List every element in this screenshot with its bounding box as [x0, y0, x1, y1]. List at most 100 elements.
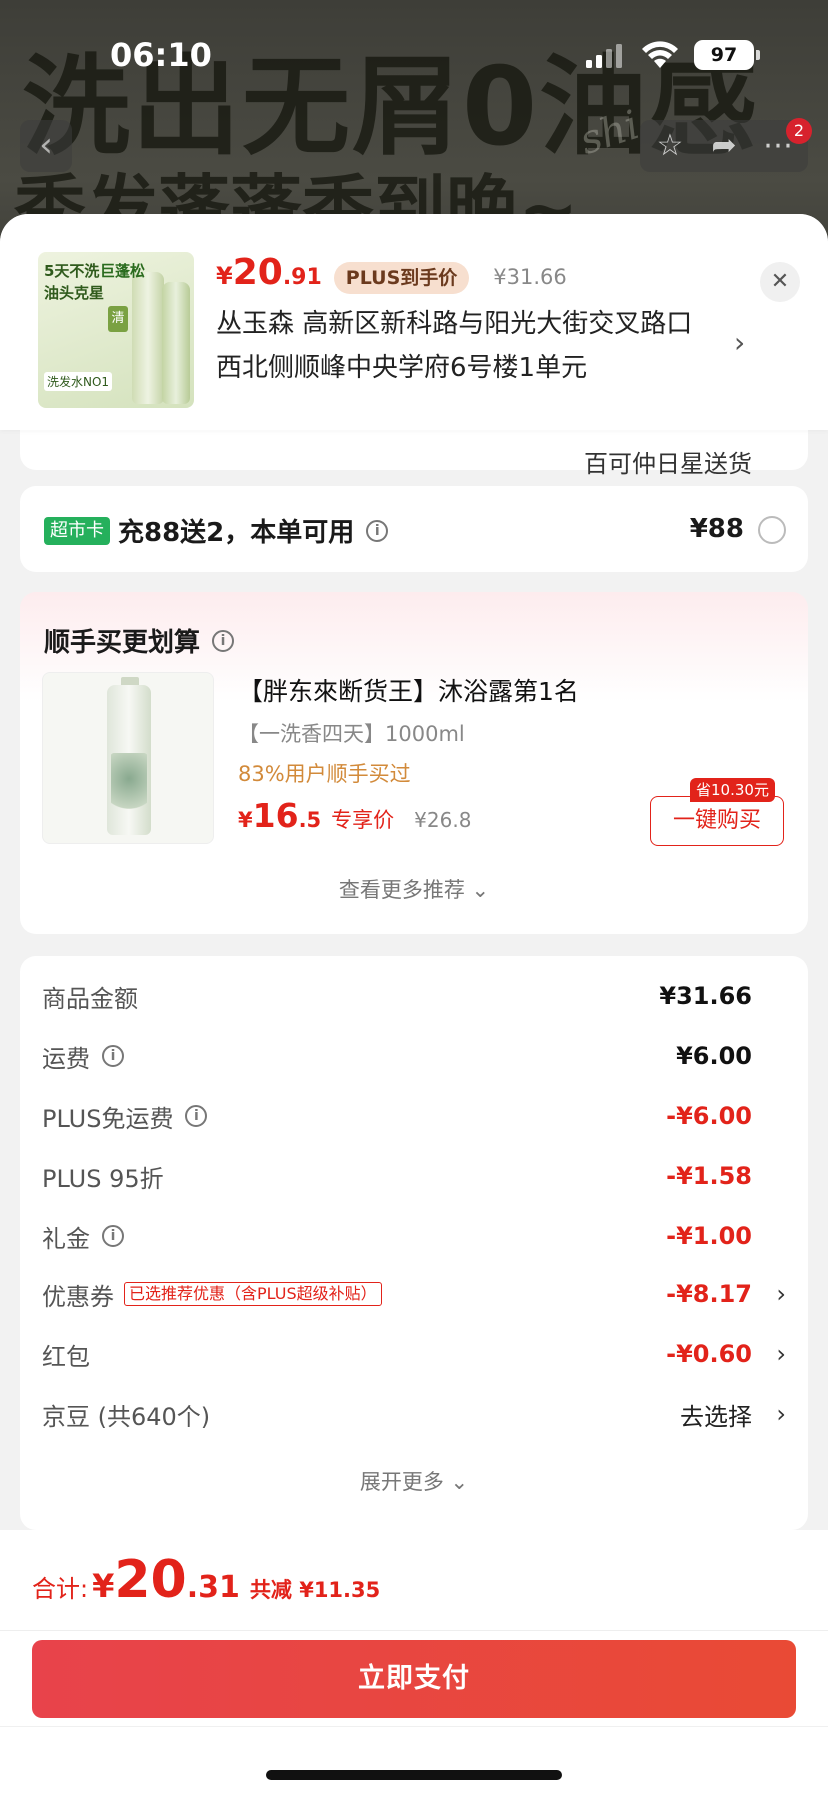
- summary-label: 京豆 (共640个): [42, 1402, 211, 1431]
- price-symbol: ¥: [216, 262, 233, 290]
- summary-value: -¥8.17: [666, 1280, 752, 1308]
- original-price: ¥26.8: [414, 808, 472, 832]
- recommend-price: ¥ 16 .5 专享价 ¥26.8: [238, 796, 471, 835]
- close-button[interactable]: ✕: [760, 262, 800, 302]
- chevron-right-icon: ›: [776, 1340, 786, 1368]
- supermarket-line: 超市卡 充88送2，本单可用 i: [44, 512, 389, 549]
- expand-more-link[interactable]: 展开更多 ⌄: [20, 1466, 808, 1496]
- top-action-bar: ☆ ➦ ⋯: [640, 120, 808, 172]
- summary-label: 礼金: [42, 1224, 90, 1253]
- summary-row-coupon[interactable]: 优惠券 已选推荐优惠（含PLUS超级补贴） -¥8.17 ›: [42, 1274, 786, 1314]
- supermarket-card-row[interactable]: 超市卡 充88送2，本单可用 i ¥88: [20, 486, 808, 572]
- summary-label: 优惠券: [42, 1282, 114, 1311]
- thumb-text: 清: [108, 306, 128, 332]
- summary-value: ¥31.66: [659, 982, 752, 1010]
- recommend-card: 顺手买更划算 i 【胖东來断货王】沐浴露第1名 【一洗香四天】1000ml 83…: [20, 592, 808, 934]
- bottle-graphic: [111, 753, 147, 817]
- wifi-icon: [642, 41, 678, 68]
- price-integer: 16: [252, 796, 299, 835]
- summary-label: PLUS 95折: [42, 1164, 164, 1193]
- divider: [0, 1726, 828, 1727]
- price-decimal: .5: [298, 808, 322, 832]
- summary-value: 去选择: [680, 1402, 752, 1431]
- bottle-graphic: [132, 272, 164, 404]
- supermarket-tag: 超市卡: [44, 516, 110, 545]
- coupon-tag: 已选推荐优惠（含PLUS超级补贴）: [124, 1282, 382, 1306]
- summary-row-shipping: 运费 i ¥6.00: [42, 1036, 786, 1076]
- summary-label: 红包: [42, 1342, 90, 1371]
- recommend-product-spec: 【一洗香四天】1000ml: [238, 722, 465, 746]
- supermarket-price: ¥88: [689, 514, 744, 544]
- status-time: 06:10: [110, 36, 212, 74]
- checkout-footer: 合计: ¥ 20 .31 共减 ¥11.35 立即支付: [0, 1530, 828, 1795]
- recommend-title-text: 顺手买更划算: [44, 628, 201, 658]
- info-icon[interactable]: i: [102, 1045, 124, 1067]
- chevron-right-icon: ›: [776, 1280, 786, 1308]
- close-icon: ✕: [770, 269, 790, 294]
- exclusive-price-label: 专享价: [331, 808, 395, 832]
- thumb-text: 巨蓬松: [100, 262, 146, 280]
- bottle-graphic: [162, 282, 190, 404]
- home-indicator: [266, 1770, 562, 1780]
- summary-label: PLUS免运费: [42, 1104, 174, 1133]
- recommend-product-name[interactable]: 【胖东來断货王】沐浴露第1名: [238, 672, 579, 708]
- pay-now-button[interactable]: 立即支付: [32, 1640, 796, 1718]
- summary-row-goods: 商品金额 ¥31.66: [42, 976, 786, 1016]
- summary-row-plus-discount: PLUS 95折 -¥1.58: [42, 1156, 786, 1196]
- price-decimal: .31: [186, 1570, 240, 1605]
- summary-value: -¥0.60: [666, 1340, 752, 1368]
- thumb-text: 5天不洗: [44, 262, 100, 280]
- thumb-text: 洗发水NO1: [44, 372, 113, 391]
- chevron-right-icon[interactable]: ›: [734, 326, 745, 359]
- star-icon[interactable]: ☆: [652, 128, 688, 164]
- summary-row-jingdou[interactable]: 京豆 (共640个) 去选择 ›: [42, 1394, 786, 1434]
- plus-price-tag: PLUS到手价: [333, 262, 470, 294]
- summary-value: -¥6.00: [666, 1102, 752, 1130]
- info-icon[interactable]: i: [212, 629, 235, 652]
- price-summary-card: 商品金额 ¥31.66 运费 i ¥6.00 PLUS免运费 i -¥6.00 …: [20, 956, 808, 1530]
- divider: [0, 1630, 828, 1631]
- supermarket-offer: 充88送2，本单可用: [118, 518, 355, 548]
- one-click-buy-button[interactable]: 一键购买: [650, 796, 784, 846]
- shipping-address[interactable]: 丛玉森 高新区新科路与阳光大街交叉路口西北侧顺峰中央学府6号楼1单元: [216, 302, 716, 390]
- recommend-product-image[interactable]: [42, 672, 214, 844]
- more-recommend-link[interactable]: 查看更多推荐 ⌄: [20, 874, 808, 904]
- total-reduction: 共减 ¥11.35: [249, 1578, 381, 1602]
- product-price: ¥ 20 .91 PLUS到手价 ¥31.66: [216, 252, 567, 298]
- price-symbol: ¥: [92, 1567, 115, 1605]
- info-icon[interactable]: i: [185, 1105, 208, 1127]
- summary-value: ¥6.00: [676, 1042, 752, 1070]
- thumb-text: 油头克星: [44, 284, 105, 302]
- summary-label: 运费: [42, 1044, 90, 1073]
- battery-tip: [756, 50, 760, 60]
- price-integer: 20: [232, 252, 283, 293]
- savings-badge: 省10.30元: [690, 778, 775, 802]
- total-price: 合计: ¥ 20 .31 共减 ¥11.35: [32, 1550, 380, 1610]
- info-icon[interactable]: i: [102, 1225, 124, 1247]
- cellular-signal-icon: [586, 44, 622, 68]
- summary-value: -¥1.58: [666, 1162, 752, 1190]
- summary-value: -¥1.00: [666, 1222, 752, 1250]
- price-decimal: .91: [282, 265, 322, 290]
- summary-row-gift-money: 礼金 i -¥1.00: [42, 1216, 786, 1256]
- battery-indicator: 97: [694, 40, 754, 70]
- product-address-header: 5天不洗 巨蓬松 油头克星 清 洗发水NO1 ¥ 20 .91 PLUS到手价 …: [0, 214, 828, 430]
- recommend-title: 顺手买更划算 i: [44, 622, 235, 659]
- summary-row-plus-free-shipping: PLUS免运费 i -¥6.00: [42, 1096, 786, 1136]
- supermarket-radio[interactable]: [758, 516, 786, 544]
- share-icon[interactable]: ➦: [706, 128, 742, 164]
- back-button[interactable]: ‹: [20, 120, 72, 172]
- chevron-left-icon: ‹: [39, 125, 53, 165]
- info-icon[interactable]: i: [366, 519, 389, 542]
- message-badge: 2: [786, 118, 812, 144]
- chevron-right-icon: ›: [776, 1400, 786, 1428]
- price-integer: 20: [114, 1550, 187, 1610]
- delivery-partial-text: 百可仲日星送货: [584, 450, 752, 478]
- product-thumbnail: 5天不洗 巨蓬松 油头克星 清 洗发水NO1: [38, 252, 194, 408]
- original-price: ¥31.66: [493, 265, 567, 289]
- price-symbol: ¥: [238, 808, 253, 832]
- summary-row-red-packet[interactable]: 红包 -¥0.60 ›: [42, 1334, 786, 1374]
- summary-label: 商品金额: [42, 984, 138, 1013]
- total-label: 合计:: [32, 1575, 89, 1603]
- recommend-buyers-stat: 83%用户顺手买过: [238, 762, 411, 786]
